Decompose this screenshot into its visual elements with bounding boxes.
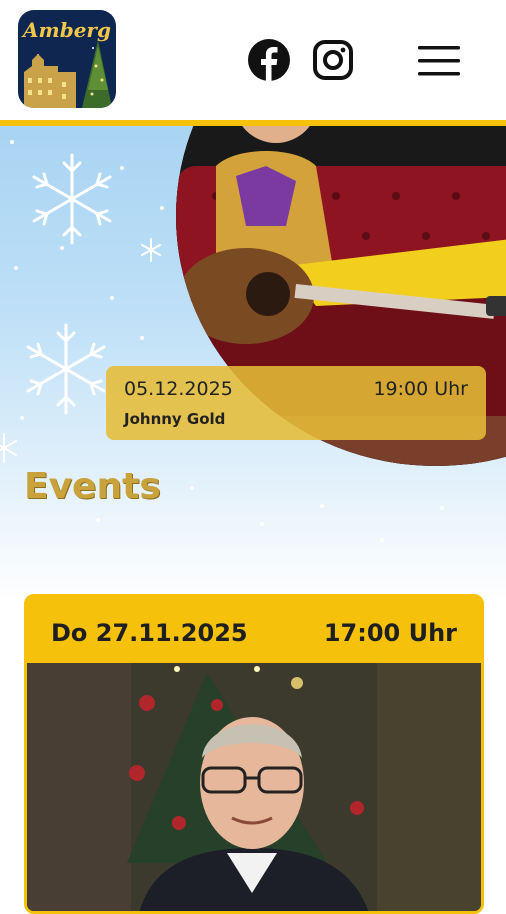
snowflake-icon [0,433,17,463]
hero-section: 05.12.2025 19:00 Uhr Johnny Gold Events [0,126,506,600]
site-header: Amberg [0,0,506,120]
event-card[interactable]: Do 27.11.2025 17:00 Uhr [24,594,484,914]
menu-icon[interactable] [418,44,460,78]
facebook-icon[interactable] [248,39,290,81]
speaker-photo [27,663,481,911]
event-card-photo [27,663,481,911]
snowflake-icon [141,238,161,262]
amberg-logo[interactable]: Amberg [18,10,116,108]
event-card-date: Do 27.11.2025 [51,619,248,647]
snowflake-icon [26,323,106,415]
event-card-time: 17:00 Uhr [323,619,457,647]
events-heading: Events [24,466,161,507]
logo-illustration [24,40,112,108]
featured-event-artist: Johnny Gold [124,410,226,428]
event-card-header: Do 27.11.2025 17:00 Uhr [27,597,481,663]
featured-event-time: 19:00 Uhr [373,378,468,400]
instagram-icon[interactable] [312,39,354,81]
featured-event-date: 05.12.2025 [124,378,233,400]
featured-event-banner[interactable]: 05.12.2025 19:00 Uhr Johnny Gold [106,366,486,440]
snowflake-icon [32,153,112,245]
